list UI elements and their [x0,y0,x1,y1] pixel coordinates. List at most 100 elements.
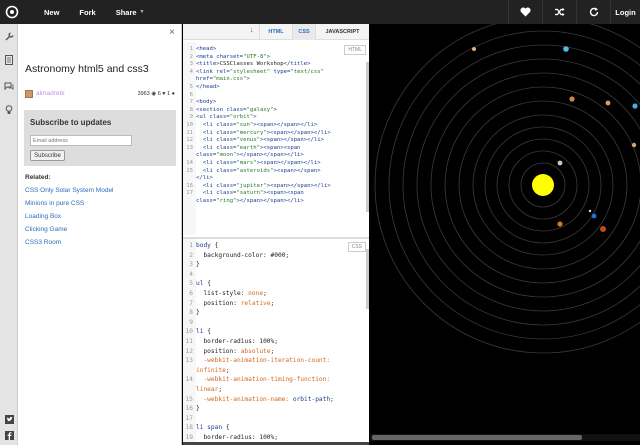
code-token: charset= [216,53,244,60]
code-line: 7 <body> [183,99,331,107]
preview-scrollbar[interactable] [370,434,640,441]
line-number: 2 [189,251,193,259]
code-token: ><span></span></li> [266,129,331,136]
code-token: > [273,106,277,113]
collapse-icon[interactable]: ↓ [250,27,254,34]
wrench-icon[interactable] [3,30,15,42]
facebook-icon[interactable] [4,430,14,440]
subscribe-box: Subscribe to updates Subscribe [24,110,176,166]
code-line: infinite; [183,366,334,376]
html-scrollbar[interactable] [366,62,369,212]
css-code: 1 body {2 background-color: #000; 3} 4 5 ul {… [183,241,334,442]
code-token: position: [196,299,241,307]
moon [588,209,592,213]
details-panel: × Astronomy html5 and css3 almadrebi 396… [18,24,182,445]
lightbulb-icon[interactable] [3,104,15,116]
tab-css[interactable]: CSS [292,24,315,40]
tab-javascript[interactable]: JAVASCRIPT [315,24,369,40]
author-row: almadrebi 3963 ◉ 6 ♥ 1 ● [25,90,175,100]
line-number: 3 [189,261,193,269]
orbit-ring [402,44,640,326]
code-line: 15 -webkit-animation-name: orbit-path; [183,395,334,405]
author-link[interactable]: almadrebi [36,90,65,97]
icon-rail [0,24,18,445]
chevron-down-icon: ▼ [139,9,145,15]
related-link[interactable]: CSS3 Room [25,239,114,252]
code-line: 14 -webkit-animation-timing-function: [183,375,334,385]
document-icon[interactable] [3,54,15,66]
avatar[interactable] [25,90,33,98]
code-token: class= [216,121,237,128]
result-preview[interactable] [370,24,640,445]
code-token: "asteroids" [236,167,274,174]
subscribe-button[interactable]: Subscribe [30,150,65,161]
code-token: <ul [196,114,210,121]
line-number: 7 [189,299,193,307]
code-token: class= [196,197,217,204]
code-token: ; [330,395,334,403]
views-count: 3963 [137,91,150,97]
related-link[interactable]: Clicking Game [25,226,114,239]
new-button[interactable]: New [34,0,69,24]
code-token: class= [216,137,237,144]
code-token: } [196,405,200,413]
tab-html[interactable]: HTML [259,24,292,40]
close-icon[interactable]: × [169,27,175,38]
code-token: "saturn" [236,190,264,197]
code-token: { [207,280,211,288]
code-token: <li [196,121,217,128]
code-line: 9 [183,318,334,328]
twitter-icon[interactable] [4,414,14,424]
html-editor-pane[interactable]: 1 <head> 2 <meta charset="UTF-8"> 3 <title>CS… [183,42,369,235]
code-token: class= [226,106,247,113]
preview-scroll-thumb[interactable] [372,435,582,440]
line-number: 9 [189,114,193,121]
code-token: infinite [196,366,226,374]
line-number: 7 [189,99,193,106]
refresh-button[interactable] [576,0,610,24]
code-token: > [253,114,257,121]
code-token: "venus" [236,137,261,144]
code-token: <li [196,137,217,144]
code-line: 5 </head> [183,84,331,92]
related-link[interactable]: Minions in pure CSS [25,200,114,213]
code-token: <li [196,190,217,197]
code-token: ><span><span [260,144,301,151]
line-number: 11 [185,337,193,345]
login-button[interactable]: Login [610,0,640,24]
code-token: "mars" [236,159,257,166]
css-scrollbar[interactable] [366,249,369,309]
related-link[interactable]: CSS Only Solar System Model [25,187,114,200]
code-line: 11 border-radius: 100%; [183,337,334,347]
code-line: 15 <li class="asteroids"><span></span> [183,168,331,176]
share-button[interactable]: Share ▼ [106,0,155,24]
code-line: 18 li span { [183,423,334,433]
code-token: <li [196,144,217,151]
planet-mercury [557,160,563,166]
code-line: 6 list-style: none; [183,289,334,299]
email-field[interactable] [30,135,132,146]
line-number: 14 [186,159,193,166]
css-editor-pane[interactable]: 1 body {2 background-color: #000; 3} 4 5 ul {… [183,237,369,442]
html-code: 1 <head> 2 <meta charset="UTF-8"> 3 <title>CS… [183,46,331,205]
line-number: 5 [189,280,193,288]
solar-system [374,24,640,354]
codepen-logo-icon[interactable] [0,0,24,24]
line-number: 8 [189,309,193,317]
shuffle-button[interactable] [542,0,576,24]
fork-button[interactable]: Fork [69,0,105,24]
related-link[interactable]: Loading Box [25,213,114,226]
code-line: 8} [183,308,334,318]
code-token: "earth" [236,144,261,151]
heart-button[interactable] [508,0,542,24]
code-token: class= [216,167,237,174]
eye-icon: ◉ [151,91,157,97]
code-token: ><span></span></li> [260,137,325,144]
code-token: ></span></span></li> [236,197,304,204]
css-badge: CSS [347,242,366,252]
line-number: 12 [186,137,193,144]
code-token: orbit-path [292,395,331,403]
code-line: 10 <li class="sun"><span></span></li> [183,122,331,130]
code-line: 6 [183,92,331,100]
comments-icon[interactable] [3,80,15,92]
